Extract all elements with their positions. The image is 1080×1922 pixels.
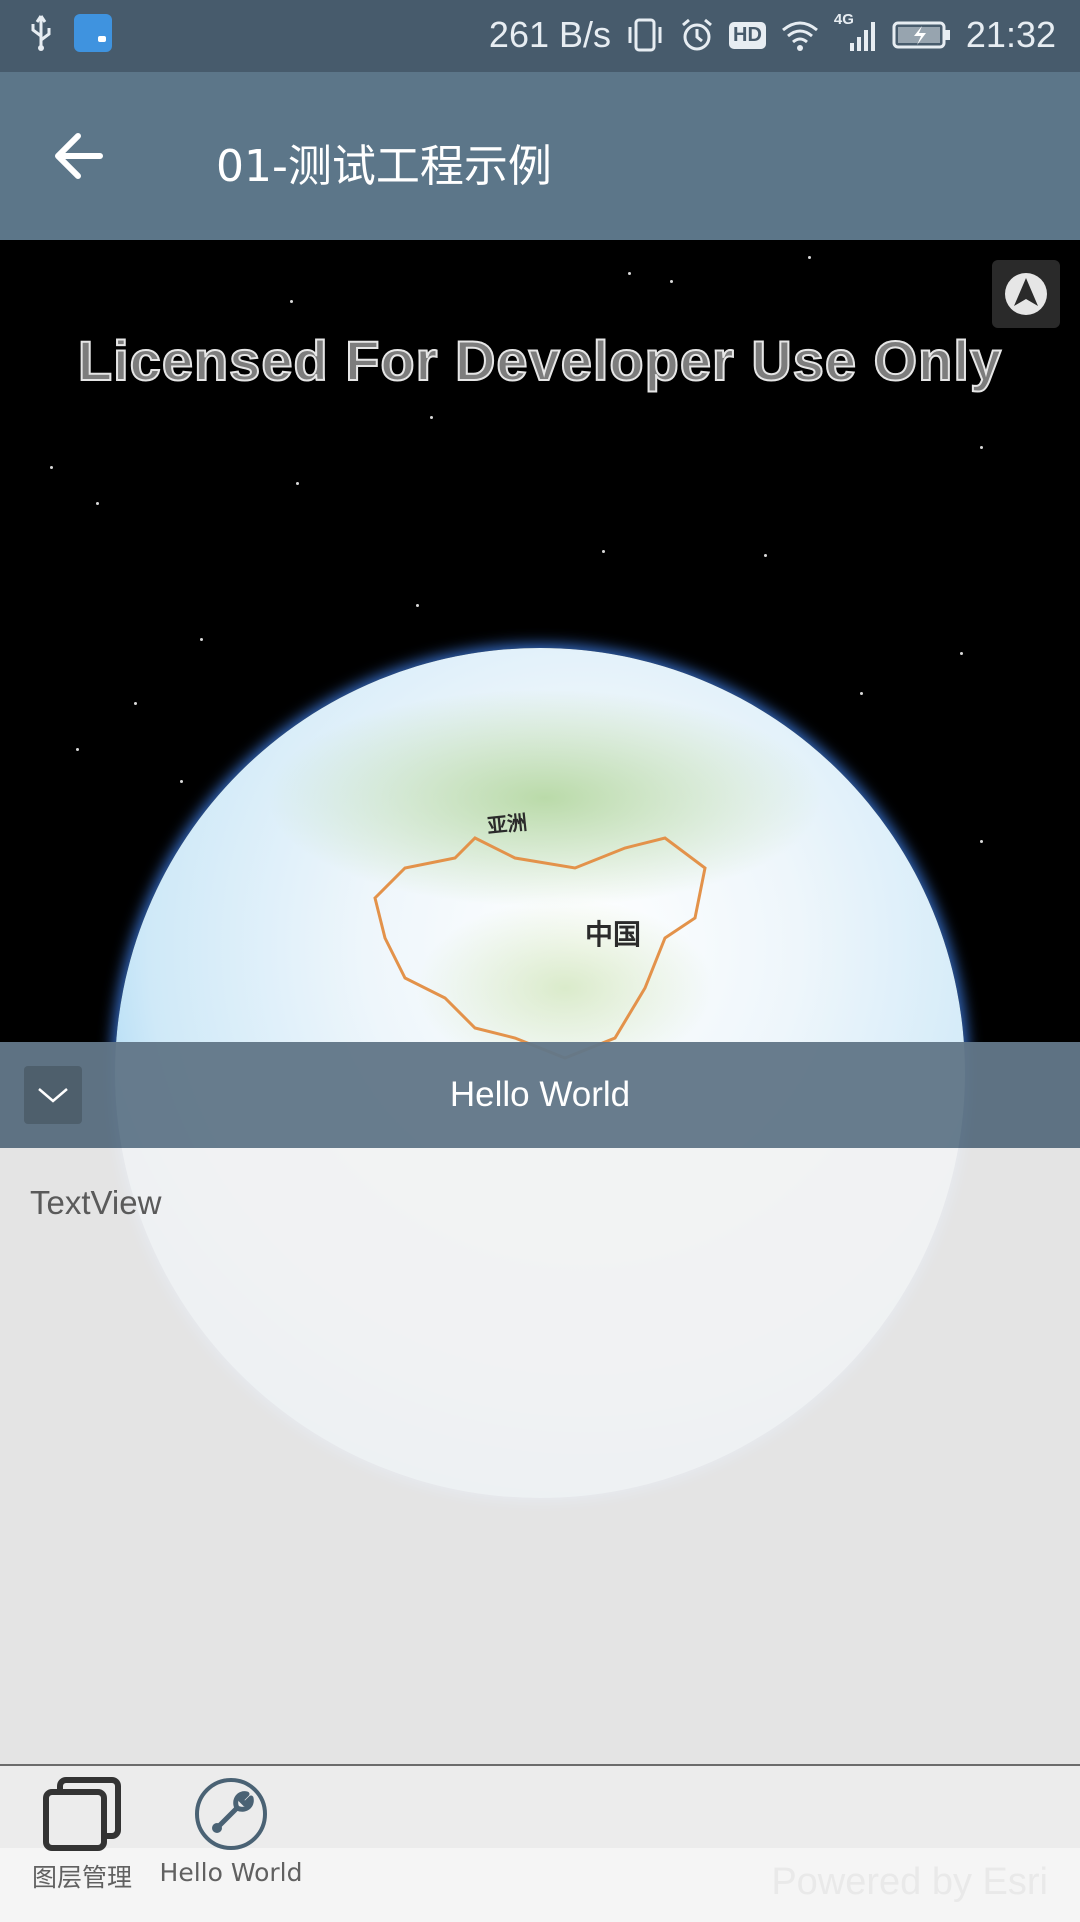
- star: [290, 300, 293, 303]
- star: [76, 748, 79, 751]
- app-bar: 01-测试工程示例: [0, 72, 1080, 240]
- page-title: 01-测试工程示例: [216, 141, 552, 192]
- star: [602, 550, 605, 553]
- alarm-icon: [679, 17, 715, 53]
- tab-hello-world[interactable]: Hello World: [158, 1776, 304, 1887]
- panel-header: Hello World: [0, 1042, 1080, 1148]
- net-speed: 261 B/s: [488, 14, 612, 55]
- star: [808, 256, 811, 259]
- bottom-tab-bar: 图层管理 Hello World Powered by Esri: [0, 1764, 1080, 1922]
- license-watermark: Licensed For Developer Use Only: [77, 328, 1003, 393]
- map-label-asia: 亚洲: [486, 809, 529, 839]
- back-button[interactable]: [50, 128, 120, 184]
- status-bar: 261 B/s HD 4G 21:32: [0, 0, 1080, 72]
- notification-app-icon: [74, 14, 112, 52]
- usb-icon: [28, 14, 54, 52]
- star: [430, 416, 433, 419]
- text-view: TextView: [30, 1184, 162, 1221]
- wifi-icon: [780, 18, 820, 52]
- star: [960, 652, 963, 655]
- arrow-left-icon: [55, 133, 103, 179]
- map-label-china: 中国: [585, 918, 642, 951]
- star: [980, 446, 983, 449]
- powered-by-attribution: Powered by Esri: [771, 1861, 1048, 1903]
- status-right: 261 B/s HD 4G 21:32: [488, 11, 1056, 56]
- china-border: [373, 836, 707, 1060]
- network-type: 4G: [833, 11, 854, 28]
- cell-signal-icon: 4G: [834, 11, 878, 53]
- wrench-icon: [195, 1778, 267, 1850]
- star: [200, 638, 203, 641]
- tab-layer-management[interactable]: 图层管理: [22, 1776, 142, 1894]
- panel-title: Hello World: [449, 1075, 631, 1114]
- tab-label: 图层管理: [31, 1863, 132, 1892]
- star: [96, 502, 99, 505]
- star: [764, 554, 767, 557]
- star: [670, 280, 673, 283]
- panel-body: TextView: [0, 1148, 1080, 1764]
- battery-charging-icon: [892, 20, 952, 50]
- compass-icon: [1005, 273, 1047, 315]
- star: [50, 466, 53, 469]
- hd-icon: HD: [729, 21, 766, 49]
- status-left: [28, 14, 112, 52]
- vibrate-icon: [625, 17, 665, 53]
- compass-button[interactable]: [992, 260, 1060, 328]
- chevron-down-icon: [38, 1088, 68, 1103]
- layers-icon: [43, 1777, 121, 1851]
- clock: 21:32: [965, 14, 1056, 55]
- star: [134, 702, 137, 705]
- star: [180, 780, 183, 783]
- star: [628, 272, 631, 275]
- star: [296, 482, 299, 485]
- star: [860, 692, 863, 695]
- tab-label: Hello World: [159, 1858, 303, 1887]
- star: [416, 604, 419, 607]
- collapse-button[interactable]: [24, 1066, 82, 1124]
- star: [980, 840, 983, 843]
